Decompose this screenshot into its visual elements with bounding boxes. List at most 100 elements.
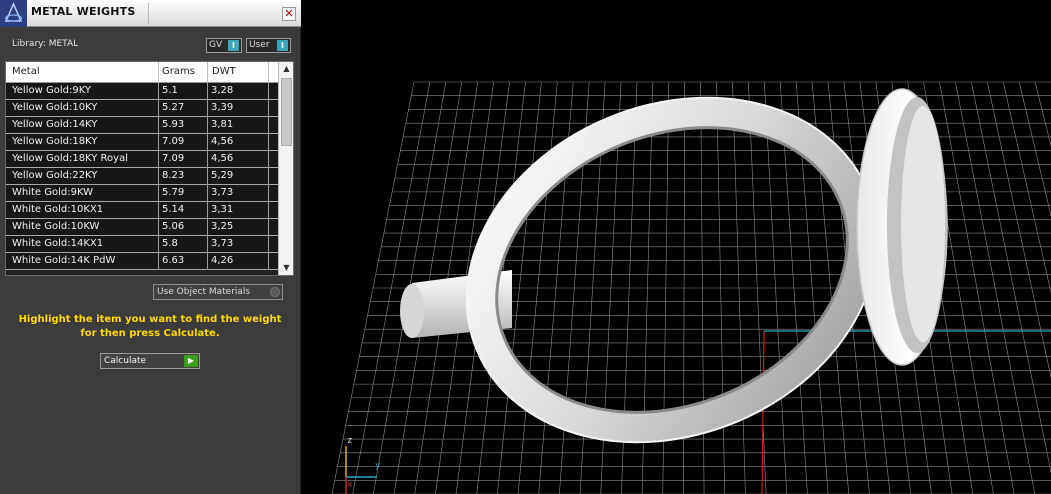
column-divider: [207, 134, 208, 151]
column-divider: [158, 236, 159, 253]
cell-grams: 5.27: [162, 102, 185, 113]
cell-dwt: 3,28: [211, 85, 234, 96]
column-header-dwt[interactable]: DWT: [212, 66, 236, 77]
scrollbar-thumb[interactable]: [281, 78, 292, 146]
cell-metal: Yellow Gold:9KY: [12, 85, 91, 96]
column-divider: [207, 62, 208, 83]
cell-grams: 7.09: [162, 153, 185, 164]
cell-grams: 5.79: [162, 187, 185, 198]
cell-grams: 5.1: [162, 85, 178, 96]
cell-dwt: 3,31: [211, 204, 234, 215]
axis-z-label: z: [347, 436, 353, 446]
cell-metal: White Gold:9KW: [12, 187, 94, 198]
column-divider: [268, 134, 269, 151]
viewport-scene: [331, 81, 1051, 494]
column-divider: [207, 100, 208, 117]
column-divider: [158, 202, 159, 219]
cell-metal: White Gold:10KW: [12, 221, 100, 232]
cell-dwt: 4,56: [211, 153, 234, 164]
cell-dwt: 3,81: [211, 119, 234, 130]
cell-grams: 5.93: [162, 119, 185, 130]
library-label: Library: METAL: [12, 39, 79, 49]
column-divider: [268, 151, 269, 168]
column-divider: [268, 202, 269, 219]
calculate-label: Calculate: [104, 356, 147, 366]
table-row[interactable]: Yellow Gold:10KY 5.27 3,39: [6, 100, 278, 117]
axis-y-label: y: [375, 461, 381, 471]
radio-circle-icon[interactable]: [270, 287, 280, 297]
table-row[interactable]: Yellow Gold:14KY 5.93 3,81: [6, 117, 278, 134]
gv-toggle[interactable]: GV I: [206, 38, 242, 53]
instruction-hint: Highlight the item you want to find the …: [18, 314, 282, 339]
column-divider: [207, 151, 208, 168]
cell-metal: White Gold:14K PdW: [12, 255, 116, 266]
cell-metal: Yellow Gold:18KY: [12, 136, 98, 147]
cell-grams: 5.14: [162, 204, 185, 215]
table-row[interactable]: Yellow Gold:22KY 8.23 5,29: [6, 168, 278, 185]
table-row[interactable]: White Gold:9KW 5.79 3,73: [6, 185, 278, 202]
column-divider: [207, 168, 208, 185]
table-row[interactable]: Yellow Gold:18KY 7.09 4,56: [6, 134, 278, 151]
title-divider: [148, 3, 149, 24]
column-divider: [268, 62, 269, 83]
x-axis-line: [761, 330, 765, 494]
column-divider: [207, 253, 208, 270]
cell-dwt: 3,25: [211, 221, 234, 232]
column-divider: [207, 219, 208, 236]
cell-metal: Yellow Gold:10KY: [12, 102, 98, 113]
table-row[interactable]: White Gold:14K PdW 6.63 4,26: [6, 253, 278, 270]
user-toggle[interactable]: User I: [246, 38, 291, 53]
toggle-indicator-icon: I: [277, 40, 288, 51]
column-header-metal[interactable]: Metal: [12, 66, 40, 77]
column-divider: [158, 62, 159, 83]
cell-grams: 5.8: [162, 238, 178, 249]
column-divider: [268, 168, 269, 185]
column-divider: [158, 83, 159, 100]
gv-toggle-label: GV: [209, 40, 223, 50]
column-divider: [158, 100, 159, 117]
cell-dwt: 3,39: [211, 102, 234, 113]
column-divider: [207, 117, 208, 134]
column-divider: [158, 253, 159, 270]
cell-dwt: 3,73: [211, 238, 234, 249]
table-row[interactable]: Yellow Gold:9KY 5.1 3,28: [6, 83, 278, 100]
play-arrow-icon: ▶: [184, 355, 198, 367]
column-divider: [268, 185, 269, 202]
cell-grams: 5.06: [162, 221, 185, 232]
column-divider: [158, 134, 159, 151]
panel-titlebar[interactable]: METAL WEIGHTS ✕: [0, 0, 301, 27]
calculate-button[interactable]: Calculate ▶: [100, 353, 200, 369]
panel-title: METAL WEIGHTS: [31, 5, 136, 18]
table-header: Metal Grams DWT: [6, 62, 278, 83]
table-scrollbar[interactable]: ▲ ▼: [278, 62, 293, 275]
cell-dwt: 3,73: [211, 187, 234, 198]
column-divider: [207, 185, 208, 202]
table-row[interactable]: White Gold:10KW 5.06 3,25: [6, 219, 278, 236]
3d-viewport[interactable]: z y x: [302, 0, 1051, 494]
cell-metal: Yellow Gold:14KY: [12, 119, 98, 130]
column-divider: [207, 83, 208, 100]
table-row[interactable]: Yellow Gold:18KY Royal 7.09 4,56: [6, 151, 278, 168]
column-divider: [158, 151, 159, 168]
user-toggle-label: User: [249, 40, 270, 50]
scroll-up-icon[interactable]: ▲: [279, 62, 293, 76]
close-icon: ✕: [284, 7, 294, 20]
column-divider: [158, 219, 159, 236]
metal-weights-panel: METAL WEIGHTS ✕ Library: METAL GV I User…: [0, 0, 301, 494]
app-logo-icon: [0, 0, 27, 27]
close-button[interactable]: ✕: [282, 7, 296, 21]
table-body: Yellow Gold:9KY 5.1 3,28 Yellow Gold:10KY 5…: [6, 83, 278, 270]
column-header-grams[interactable]: Grams: [162, 66, 195, 77]
use-object-materials-option[interactable]: Use Object Materials: [153, 284, 283, 300]
column-divider: [268, 236, 269, 253]
column-divider: [268, 253, 269, 270]
scroll-down-icon[interactable]: ▼: [279, 261, 293, 275]
table-row[interactable]: White Gold:10KX1 5.14 3,31: [6, 202, 278, 219]
table-row[interactable]: White Gold:14KX1 5.8 3,73: [6, 236, 278, 253]
column-divider: [268, 219, 269, 236]
cell-dwt: 4,26: [211, 255, 234, 266]
cell-grams: 6.63: [162, 255, 185, 266]
cell-dwt: 4,56: [211, 136, 234, 147]
axis-x-label: x: [347, 480, 353, 490]
column-divider: [158, 168, 159, 185]
